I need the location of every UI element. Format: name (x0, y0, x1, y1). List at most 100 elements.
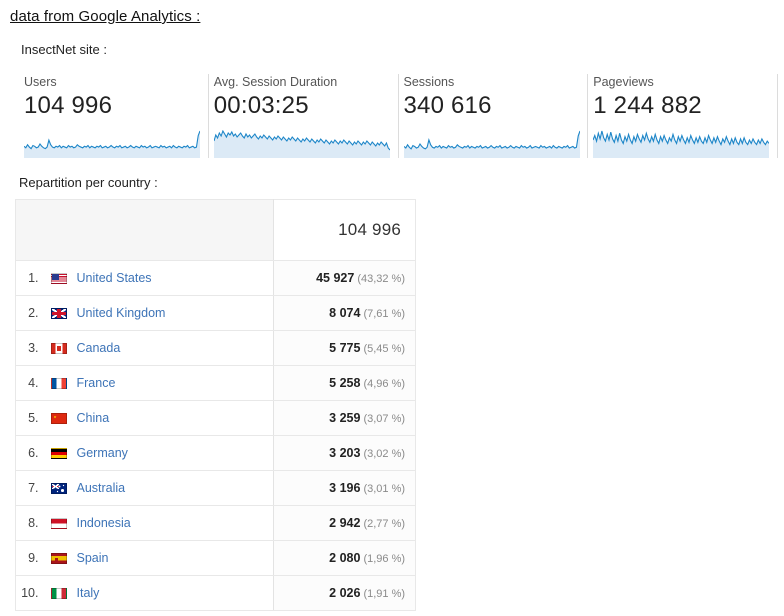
metric-value: 00:03:25 (213, 92, 309, 119)
flag-cell (41, 540, 76, 576)
flag-cell (41, 295, 76, 331)
country-link[interactable]: Australia (77, 481, 126, 495)
avg-session-duration-sparkline (213, 130, 390, 158)
country-link[interactable]: Indonesia (77, 516, 131, 530)
row-rank: 6. (15, 435, 42, 471)
row-percent: (1,91 %) (363, 588, 406, 600)
row-rank: 3. (15, 330, 42, 366)
row-rank: 1. (15, 260, 42, 296)
analytics-report-page: data from Google Analytics : InsectNet s… (0, 0, 784, 616)
flag-it-icon (50, 587, 67, 599)
country-link[interactable]: China (77, 411, 110, 425)
table-row[interactable]: 3. Canada 5 775 (5,45 %) (15, 330, 417, 366)
row-percent: (1,96 %) (363, 553, 406, 565)
users-sparkline (24, 130, 200, 158)
metric-card-sessions: Sessions 340 616 (399, 74, 589, 158)
country-name-cell: Canada (75, 330, 275, 366)
row-percent: (2,77 %) (363, 518, 406, 530)
row-value: 5 775 (329, 341, 361, 355)
metric-cards-row: Users 104 996 Avg. Session Duration 00:03:2… (19, 74, 778, 158)
flag-cell (41, 330, 76, 366)
row-value: 8 074 (329, 306, 361, 320)
value-cell: 5 258 (4,96 %) (273, 365, 417, 401)
table-row[interactable]: 8. Indonesia 2 942 (2,77 %) (15, 505, 417, 541)
flag-cell (41, 260, 76, 296)
country-link[interactable]: Italy (77, 586, 100, 600)
country-link[interactable]: Canada (77, 341, 121, 355)
table-row[interactable]: 2. United Kingdom 8 074 (7,61 %) (15, 295, 417, 331)
row-value: 3 203 (329, 446, 361, 460)
flag-cell (41, 575, 76, 611)
country-name-cell: Spain (75, 540, 275, 576)
flag-fr-icon (50, 377, 67, 389)
country-link[interactable]: Spain (77, 551, 109, 565)
row-rank: 5. (15, 400, 42, 436)
row-rank: 7. (15, 470, 42, 506)
table-row[interactable]: 5. China 3 259 (3,07 %) (15, 400, 417, 436)
metric-card-pageviews: Pageviews 1 244 882 (588, 74, 778, 158)
flag-cell (41, 470, 76, 506)
site-label: InsectNet site : (21, 42, 107, 57)
country-link[interactable]: Germany (77, 446, 128, 460)
value-cell: 3 196 (3,01 %) (273, 470, 417, 506)
row-value: 2 942 (329, 516, 361, 530)
metric-label: Users (24, 75, 57, 89)
table-header-dimension (14, 199, 275, 261)
table-row[interactable]: 10. Italy 2 026 (1,91 %) (15, 575, 417, 611)
metric-value: 1 244 882 (593, 92, 702, 119)
flag-de-icon (50, 447, 67, 459)
flag-us-icon (50, 272, 67, 284)
table-row[interactable]: 1. United States 45 927 (43,32 %) (15, 260, 417, 296)
flag-cell (41, 505, 76, 541)
row-value: 2 080 (329, 551, 361, 565)
value-cell: 45 927 (43,32 %) (273, 260, 417, 296)
table-header-row: 104 996 (14, 199, 417, 261)
row-percent: (5,45 %) (363, 343, 406, 355)
country-link[interactable]: France (77, 376, 116, 390)
row-rank: 10. (15, 575, 42, 611)
row-percent: (7,61 %) (363, 308, 406, 320)
flag-id-icon (50, 517, 67, 529)
country-name-cell: Australia (75, 470, 275, 506)
metric-card-users: Users 104 996 (19, 74, 209, 158)
metric-card-avg-session-duration: Avg. Session Duration 00:03:25 (209, 74, 399, 158)
value-cell: 8 074 (7,61 %) (273, 295, 417, 331)
row-percent: (3,01 %) (363, 483, 406, 495)
row-percent: (3,02 %) (363, 448, 406, 460)
value-cell: 3 203 (3,02 %) (273, 435, 417, 471)
table-row[interactable]: 4. France 5 258 (4,96 %) (15, 365, 417, 401)
country-name-cell: United States (75, 260, 275, 296)
flag-cell (41, 365, 76, 401)
row-percent: (4,96 %) (363, 378, 406, 390)
metric-value: 340 616 (403, 92, 492, 119)
country-name-cell: Indonesia (75, 505, 275, 541)
country-link[interactable]: United States (77, 271, 152, 285)
row-value: 5 258 (329, 376, 361, 390)
pageviews-sparkline (593, 130, 770, 158)
flag-gb-icon (50, 307, 67, 319)
row-value: 45 927 (316, 271, 355, 285)
country-name-cell: Germany (75, 435, 275, 471)
row-value: 3 196 (329, 481, 361, 495)
table-row[interactable]: 7. Australia 3 196 (3,01 %) (15, 470, 417, 506)
country-rows: 1. United States 45 927 (43,32 %) 2. United K… (15, 260, 417, 611)
row-rank: 2. (15, 295, 42, 331)
country-link[interactable]: United Kingdom (77, 306, 166, 320)
row-rank: 8. (15, 505, 42, 541)
row-value: 3 259 (329, 411, 361, 425)
value-cell: 2 026 (1,91 %) (273, 575, 417, 611)
country-breakdown-table: 104 996 1. United States 45 927 (43,32 %) 2.… (14, 199, 417, 611)
page-title: data from Google Analytics : (10, 8, 201, 25)
table-row[interactable]: 6. Germany 3 203 (3,02 %) (15, 435, 417, 471)
table-header-total: 104 996 (273, 199, 417, 261)
section-title-repartition: Repartition per country : (19, 175, 158, 190)
flag-cell (41, 435, 76, 471)
country-name-cell: United Kingdom (75, 295, 275, 331)
value-cell: 2 942 (2,77 %) (273, 505, 417, 541)
table-row[interactable]: 9. Spain 2 080 (1,96 %) (15, 540, 417, 576)
metric-value: 104 996 (24, 92, 113, 119)
value-cell: 3 259 (3,07 %) (273, 400, 417, 436)
row-percent: (3,07 %) (363, 413, 406, 425)
flag-cn-icon (50, 412, 67, 424)
flag-ca-icon (50, 342, 67, 354)
